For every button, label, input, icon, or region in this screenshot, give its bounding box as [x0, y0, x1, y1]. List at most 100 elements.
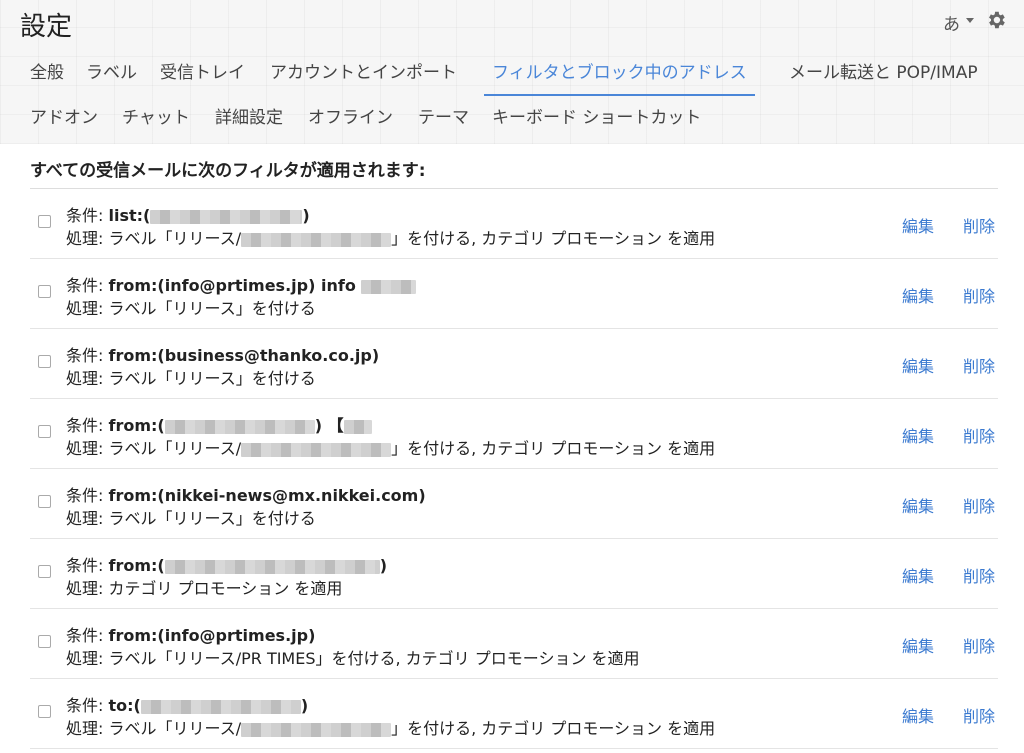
edit-filter-link[interactable]: 編集	[902, 703, 934, 727]
filter-action: 処理: ラベル「リリース/ 」を付ける, カテゴリ プロモーション を適用	[66, 715, 715, 739]
action-value: カテゴリ プロモーション を適用	[108, 579, 343, 598]
filter-condition: 条件: list:()	[66, 202, 310, 226]
tab-labels[interactable]: ラベル	[86, 54, 137, 94]
filter-condition: 条件: to:()	[66, 692, 308, 716]
filter-checkbox[interactable]	[38, 215, 51, 228]
filter-row: 条件: list:() 処理: ラベル「リリース/ 」を付ける, カテゴリ プロモ…	[30, 189, 998, 259]
filter-checkbox[interactable]	[38, 705, 51, 718]
condition-value: from:(	[108, 556, 165, 575]
condition-value-suffix: )	[300, 696, 309, 715]
action-label: 処理:	[66, 229, 104, 248]
chevron-down-icon[interactable]	[966, 18, 974, 23]
redacted-text	[241, 442, 392, 457]
action-value-suffix: 」を付ける, カテゴリ プロモーション を適用	[391, 229, 716, 248]
filter-checkbox[interactable]	[38, 635, 51, 648]
action-label: 処理:	[66, 579, 104, 598]
action-label: 処理:	[66, 719, 104, 738]
filter-action: 処理: ラベル「リリース/PR TIMES」を付ける, カテゴリ プロモーション…	[66, 645, 640, 669]
filters-panel: すべての受信メールに次のフィルタが適用されます: 条件: list:() 処理:…	[0, 144, 1024, 753]
condition-value: list:(	[108, 206, 151, 225]
redacted-text	[150, 209, 303, 224]
delete-filter-link[interactable]: 削除	[963, 563, 995, 587]
condition-value: to:(	[108, 696, 141, 715]
condition-value-suffix: )	[379, 556, 388, 575]
edit-filter-link[interactable]: 編集	[902, 353, 934, 377]
delete-filter-link[interactable]: 削除	[963, 493, 995, 517]
action-value: ラベル「リリース/	[108, 719, 242, 738]
action-value: ラベル「リリース」を付ける	[108, 509, 316, 528]
filter-row: 条件: from:(nikkei-news@mx.nikkei.com) 処理:…	[30, 469, 998, 539]
condition-value: from:(business@thanko.co.jp)	[108, 346, 380, 365]
filter-condition: 条件: from:() 【	[66, 412, 372, 436]
edit-filter-link[interactable]: 編集	[902, 213, 934, 237]
tab-accounts-import[interactable]: アカウントとインポート	[270, 54, 457, 94]
filter-row: 条件: from:(business@thanko.co.jp) 処理: ラベル…	[30, 329, 998, 399]
action-value-suffix: 」を付ける, カテゴリ プロモーション を適用	[391, 719, 716, 738]
edit-filter-link[interactable]: 編集	[902, 633, 934, 657]
condition-label: 条件:	[66, 556, 104, 575]
filter-action: 処理: ラベル「リリース」を付ける	[66, 295, 316, 319]
action-label: 処理:	[66, 299, 104, 318]
filter-condition: 条件: from:(info@prtimes.jp) info	[66, 272, 416, 296]
tab-general[interactable]: 全般	[30, 54, 64, 94]
filter-condition: 条件: from:(nikkei-news@mx.nikkei.com)	[66, 482, 426, 506]
redacted-text	[241, 232, 392, 247]
input-method-toggle[interactable]: あ	[943, 10, 960, 35]
condition-value: from:(info@prtimes.jp) info	[108, 276, 356, 295]
action-label: 処理:	[66, 369, 104, 388]
condition-value: from:(info@prtimes.jp)	[108, 626, 316, 645]
filter-condition: 条件: from:(business@thanko.co.jp)	[66, 342, 379, 366]
page-title: 設定	[20, 12, 73, 42]
redacted-text	[343, 419, 372, 434]
edit-filter-link[interactable]: 編集	[902, 493, 934, 517]
filter-checkbox[interactable]	[38, 495, 51, 508]
action-value: ラベル「リリース/PR TIMES」を付ける, カテゴリ プロモーション を適用	[108, 649, 640, 668]
tab-addons[interactable]: アドオン	[30, 99, 98, 139]
action-value: ラベル「リリース」を付ける	[108, 369, 316, 388]
edit-filter-link[interactable]: 編集	[902, 563, 934, 587]
tab-offline[interactable]: オフライン	[308, 99, 393, 139]
filters-heading: すべての受信メールに次のフィルタが適用されます:	[30, 161, 426, 181]
delete-filter-link[interactable]: 削除	[963, 353, 995, 377]
filter-row: 条件: from:(info@prtimes.jp) info 処理: ラベル「…	[30, 259, 998, 329]
action-label: 処理:	[66, 439, 104, 458]
edit-filter-link[interactable]: 編集	[902, 423, 934, 447]
gear-icon[interactable]	[985, 9, 1007, 31]
tab-themes[interactable]: テーマ	[418, 99, 469, 139]
settings-header-band: 設定 あ 全般 ラベル 受信トレイ アカウントとインポート フィルタとブロック中…	[0, 0, 1024, 144]
filter-checkbox[interactable]	[38, 285, 51, 298]
filter-action: 処理: ラベル「リリース/ 」を付ける, カテゴリ プロモーション を適用	[66, 225, 715, 249]
tab-chat[interactable]: チャット	[122, 99, 190, 139]
delete-filter-link[interactable]: 削除	[963, 633, 995, 657]
filter-checkbox[interactable]	[38, 565, 51, 578]
redacted-text	[140, 699, 301, 714]
filter-action: 処理: ラベル「リリース」を付ける	[66, 365, 316, 389]
redacted-text	[241, 722, 392, 737]
filter-condition: 条件: from:(info@prtimes.jp)	[66, 622, 315, 646]
filter-action: 処理: ラベル「リリース」を付ける	[66, 505, 316, 529]
tab-inbox[interactable]: 受信トレイ	[160, 54, 245, 94]
filter-checkbox[interactable]	[38, 355, 51, 368]
settings-tabs-row-2: アドオン チャット 詳細設定 オフライン テーマ キーボード ショートカット	[0, 99, 1024, 139]
tab-advanced[interactable]: 詳細設定	[215, 99, 283, 139]
tab-filters-blocked[interactable]: フィルタとブロック中のアドレス	[484, 54, 755, 96]
filter-row: 条件: to:() 処理: ラベル「リリース/ 」を付ける, カテゴリ プロモーシ…	[30, 679, 998, 749]
filter-action: 処理: カテゴリ プロモーション を適用	[66, 575, 342, 599]
redacted-text	[164, 419, 315, 434]
action-label: 処理:	[66, 509, 104, 528]
condition-label: 条件:	[66, 626, 104, 645]
filter-checkbox[interactable]	[38, 425, 51, 438]
condition-label: 条件:	[66, 206, 104, 225]
edit-filter-link[interactable]: 編集	[902, 283, 934, 307]
condition-label: 条件:	[66, 276, 104, 295]
delete-filter-link[interactable]: 削除	[963, 213, 995, 237]
filter-row: 条件: from:(info@prtimes.jp) 処理: ラベル「リリース/…	[30, 609, 998, 679]
delete-filter-link[interactable]: 削除	[963, 703, 995, 727]
action-value: ラベル「リリース」を付ける	[108, 299, 316, 318]
delete-filter-link[interactable]: 削除	[963, 283, 995, 307]
tab-keyboard-shortcuts[interactable]: キーボード ショートカット	[492, 99, 701, 139]
tab-forwarding-pop-imap[interactable]: メール転送と POP/IMAP	[789, 54, 978, 94]
delete-filter-link[interactable]: 削除	[963, 423, 995, 447]
condition-value: from:(	[108, 416, 165, 435]
redacted-text	[164, 559, 380, 574]
